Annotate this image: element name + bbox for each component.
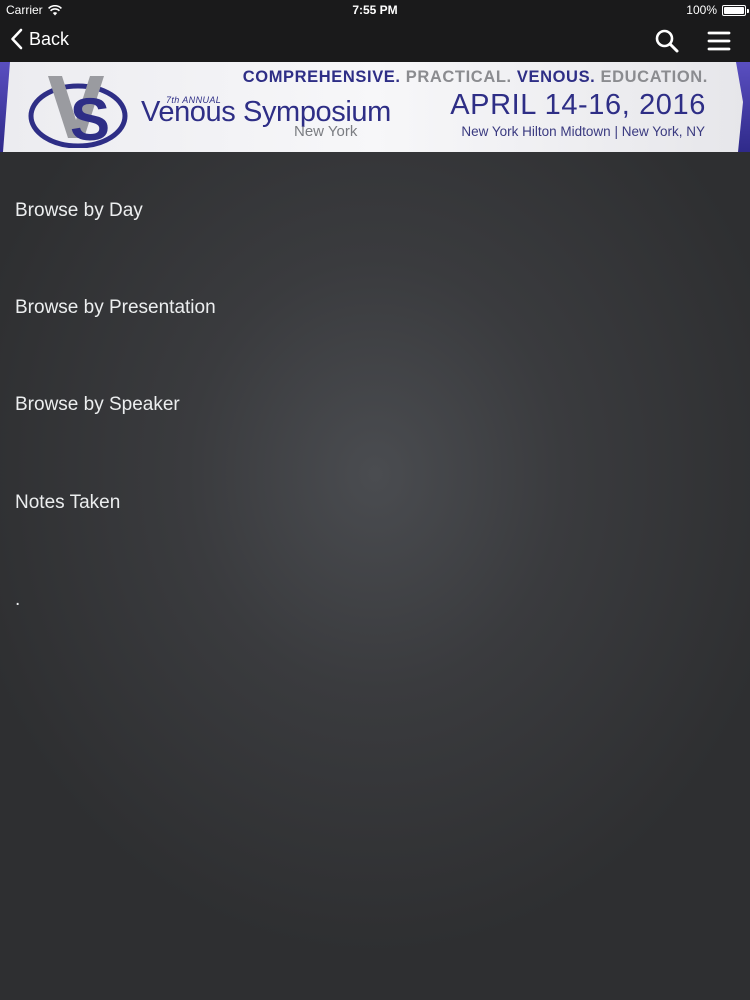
menu-item-browse-by-presentation[interactable]: Browse by Presentation: [0, 259, 750, 356]
tagline-word-3: VENOUS.: [516, 68, 596, 86]
browse-menu: Browse by Day Browse by Presentation Bro…: [0, 152, 750, 1000]
menu-item-browse-by-speaker[interactable]: Browse by Speaker: [0, 356, 750, 453]
tagline-word-2: PRACTICAL.: [405, 68, 512, 86]
battery-tip: [747, 8, 749, 13]
nav-bar: Back: [0, 20, 750, 62]
banner-venue: New York Hilton Midtown | New York, NY: [461, 124, 705, 139]
battery-fill: [724, 6, 744, 14]
status-bar: Carrier 7:55 PM 100%: [0, 0, 750, 20]
tagline-word-4: EDUCATION.: [600, 68, 708, 86]
status-right: 100%: [686, 3, 749, 17]
banner-date: APRIL 14-16, 2016: [450, 89, 706, 121]
battery-percent: 100%: [686, 3, 717, 17]
menu-item-label: Browse by Presentation: [15, 296, 216, 318]
menu-item-label: .: [15, 588, 21, 610]
status-time: 7:55 PM: [352, 3, 398, 17]
back-label: Back: [29, 28, 70, 49]
battery-icon: [722, 4, 749, 16]
banner-city: New York: [294, 123, 358, 140]
svg-text:S: S: [70, 86, 110, 148]
menu-item-dot[interactable]: .: [0, 551, 750, 648]
vs-logo: S: [28, 76, 128, 148]
hamburger-menu-icon[interactable]: [706, 28, 732, 54]
menu-item-label: Notes Taken: [15, 491, 121, 513]
menu-item-label: Browse by Speaker: [15, 393, 180, 415]
banner-tagline: COMPREHENSIVE. PRACTICAL. VENOUS. EDUCAT…: [243, 68, 708, 87]
chevron-left-icon: [11, 28, 23, 50]
back-button[interactable]: Back: [10, 28, 69, 50]
tagline-word-1: COMPREHENSIVE.: [242, 68, 401, 86]
menu-item-label: Browse by Day: [15, 199, 143, 221]
menu-item-notes-taken[interactable]: Notes Taken: [0, 454, 750, 551]
menu-item-browse-by-day[interactable]: Browse by Day: [0, 162, 750, 259]
conference-banner: S COMPREHENSIVE. PRACTICAL. VENOUS. EDUC…: [0, 62, 750, 152]
search-icon[interactable]: [654, 28, 680, 54]
